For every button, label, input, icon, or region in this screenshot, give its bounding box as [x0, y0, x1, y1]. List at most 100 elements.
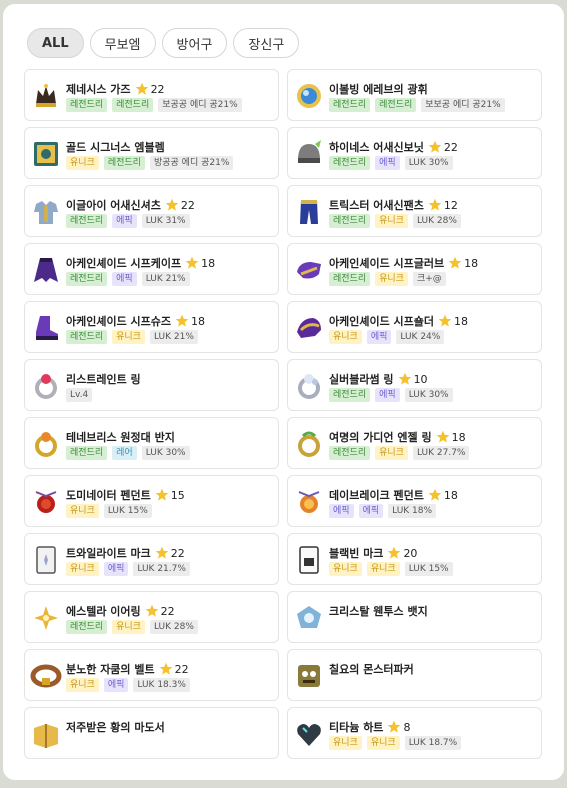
item-card[interactable]: 분노한 자쿰의 벨트 22 유니크 에픽 LUK 18.3%	[24, 649, 279, 701]
item-name: 티타늄 하트	[329, 721, 384, 734]
item-card[interactable]: 이글아이 어새신셔츠 22 레전드리 에픽 LUK 31%	[24, 185, 279, 237]
belt-icon	[30, 660, 62, 692]
item-title: 하이네스 어새신보닛 22	[329, 139, 458, 155]
stat-badge: LUK 28%	[149, 620, 198, 634]
item-card[interactable]: 하이네스 어새신보닛 22 레전드리 에픽 LUK 30%	[287, 127, 542, 179]
badge-row: 레전드리 에픽 LUK 30%	[329, 156, 453, 170]
stat-badge: LUK 15%	[103, 504, 152, 518]
stat-badge: LUK 27.7%	[412, 446, 470, 460]
item-card[interactable]: 아케인셰이드 시프글러브 18 레전드리 유니크 크+@	[287, 243, 542, 295]
grade-badge: 레전드리	[329, 272, 371, 286]
stat-badge: 크+@	[412, 272, 446, 286]
star-icon	[436, 430, 450, 444]
star-icon	[428, 140, 442, 154]
star-icon	[387, 720, 401, 734]
stat-badge: LUK 30%	[141, 446, 190, 460]
item-title: 데이브레이크 펜던트 18	[329, 487, 458, 503]
item-name: 리스트레인트 링	[66, 373, 141, 386]
item-card[interactable]: 데이브레이크 펜던트 18 에픽 에픽 LUK 18%	[287, 475, 542, 527]
badge-row: 레전드리 에픽 LUK 30%	[329, 388, 453, 402]
item-name: 에스텔라 이어링	[66, 605, 141, 618]
grade-badge: 레전드리	[66, 214, 108, 228]
grade-badge: 레전드리	[66, 446, 108, 460]
stat-badge: LUK 18%	[388, 504, 437, 518]
star-count: 22	[170, 546, 185, 560]
item-card[interactable]: 트와일라이트 마크 22 유니크 에픽 LUK 21.7%	[24, 533, 279, 585]
item-card[interactable]: 저주받은 황의 마도서	[24, 707, 279, 759]
filter-tabs: ALL 무보엠 방어구 장신구	[27, 28, 300, 58]
star-icon	[135, 82, 149, 96]
spellbook-icon	[30, 718, 62, 750]
item-card[interactable]: 도미네이터 펜던트 15 유니크 LUK 15%	[24, 475, 279, 527]
item-card[interactable]: 칠요의 몬스터파커	[287, 649, 542, 701]
black-mark-icon	[293, 544, 325, 576]
grade-badge: 유니크	[375, 214, 408, 228]
badge-row: 유니크 유니크 LUK 15%	[329, 562, 453, 576]
grade-badge: 레전드리	[66, 272, 108, 286]
pants-icon	[293, 196, 325, 228]
item-card[interactable]: 아케인셰이드 시프케이프 18 레전드리 에픽 LUK 21%	[24, 243, 279, 295]
item-card[interactable]: 트릭스터 어새신팬츠 12 레전드리 유니크 LUK 28%	[287, 185, 542, 237]
tab-accessory[interactable]: 장신구	[233, 28, 300, 58]
star-count: 18	[443, 488, 458, 502]
item-title: 골드 시그너스 엠블렘	[66, 139, 165, 155]
item-name: 도미네이터 펜던트	[66, 489, 151, 502]
star-count: 8	[403, 720, 411, 734]
item-title: 크리스탈 웬투스 뱃지	[329, 603, 428, 619]
star-count: 10	[413, 372, 428, 386]
badge-row: 유니크 LUK 15%	[66, 504, 152, 518]
grade-badge: 유니크	[366, 562, 400, 576]
item-card[interactable]: 테네브리스 원정대 반지 레전드리 레어 LUK 30%	[24, 417, 279, 469]
dark-crown-icon	[30, 80, 62, 112]
item-title: 티타늄 하트 8	[329, 719, 410, 735]
star-icon	[428, 488, 442, 502]
badge-row: 유니크 에픽 LUK 21.7%	[66, 562, 190, 576]
badge-row: 유니크 유니크 LUK 18.7%	[329, 736, 462, 750]
tab-weapon-emblem[interactable]: 무보엠	[89, 28, 156, 58]
card-mark-icon	[30, 544, 62, 576]
item-card[interactable]: 이볼빙 에레브의 광휘 레전드리 레전드리 보보공 에디 공21%	[287, 69, 542, 121]
ring-icon	[30, 370, 62, 402]
stat-badge: LUK 21%	[149, 330, 198, 344]
star-icon	[159, 662, 173, 676]
grade-badge: 유니크	[329, 736, 362, 750]
item-name: 저주받은 황의 마도서	[66, 721, 165, 734]
tab-armor[interactable]: 방어구	[161, 28, 228, 58]
item-card[interactable]: 블랙빈 마크 20 유니크 유니크 LUK 15%	[287, 533, 542, 585]
grade-badge: 에픽	[329, 504, 354, 518]
item-card[interactable]: 골드 시그너스 엠블렘 유니크 레전드리 방공공 에디 공21%	[24, 127, 279, 179]
item-card[interactable]: 리스트레인트 링 Lv.4	[24, 359, 279, 411]
stat-badge: LUK 18.3%	[133, 678, 190, 692]
grade-badge: 유니크	[112, 620, 145, 634]
item-name: 하이네스 어새신보닛	[329, 141, 424, 154]
stat-badge: LUK 31%	[141, 214, 190, 228]
item-name: 골드 시그너스 엠블렘	[66, 141, 165, 154]
item-card[interactable]: 여명의 가디언 엔젤 링 18 레전드리 유니크 LUK 27.7%	[287, 417, 542, 469]
item-card[interactable]: 에스텔라 이어링 22 레전드리 유니크 LUK 28%	[24, 591, 279, 643]
item-card[interactable]: 티타늄 하트 8 유니크 유니크 LUK 18.7%	[287, 707, 542, 759]
stat-badge: 보공공 에디 공21%	[158, 98, 242, 112]
item-card[interactable]: 실버블라썸 링 10 레전드리 에픽 LUK 30%	[287, 359, 542, 411]
badge-row: 레전드리 레어 LUK 30%	[66, 446, 190, 460]
item-title: 여명의 가디언 엔젤 링 18	[329, 429, 466, 445]
star-count: 22	[443, 140, 458, 154]
stat-badge: LUK 24%	[396, 330, 445, 344]
grade-badge: 에픽	[112, 272, 137, 286]
star-icon	[448, 256, 462, 270]
item-name: 이글아이 어새신셔츠	[66, 199, 161, 212]
item-title: 테네브리스 원정대 반지	[66, 429, 175, 445]
item-name: 크리스탈 웬투스 뱃지	[329, 605, 428, 618]
item-card[interactable]: 제네시스 가즈 22 레전드리 레전드리 보공공 에디 공21%	[24, 69, 279, 121]
badge-row: 레전드리 유니크 LUK 28%	[329, 214, 461, 228]
cape-icon	[30, 254, 62, 286]
grade-badge: 유니크	[329, 330, 362, 344]
item-card[interactable]: 크리스탈 웬투스 뱃지	[287, 591, 542, 643]
item-title: 이볼빙 에레브의 광휘	[329, 81, 428, 97]
item-card[interactable]: 아케인셰이드 시프숄더 18 유니크 에픽 LUK 24%	[287, 301, 542, 353]
grade-badge: 유니크	[366, 736, 400, 750]
item-card[interactable]: 아케인셰이드 시프슈즈 18 레전드리 유니크 LUK 21%	[24, 301, 279, 353]
shoes-icon	[30, 312, 62, 344]
grade-badge: 유니크	[375, 272, 408, 286]
tab-all[interactable]: ALL	[27, 28, 84, 58]
stat-badge: 보보공 에디 공21%	[421, 98, 505, 112]
